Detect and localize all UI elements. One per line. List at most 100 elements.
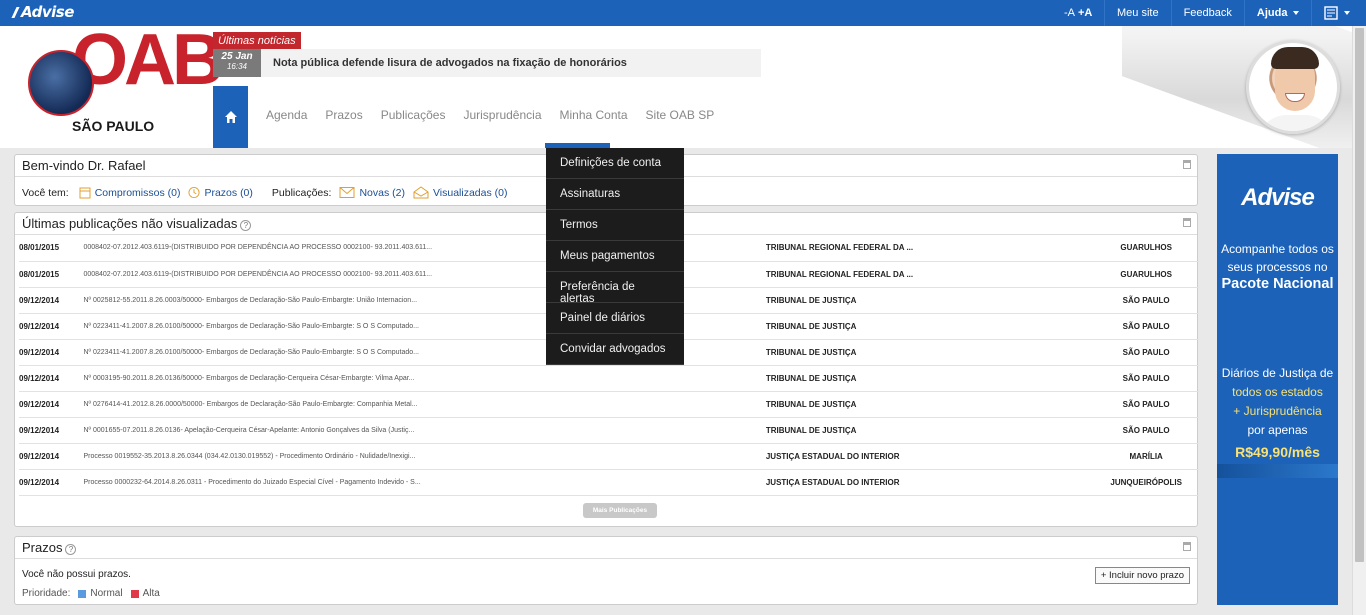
scrollbar[interactable]	[1352, 26, 1366, 615]
news-headline[interactable]: Nota pública defende lisura de advogados…	[261, 49, 761, 77]
publication-court: TRIBUNAL REGIONAL FEDERAL DA ...	[765, 235, 1094, 262]
news-date: 25 Jan 16:34	[213, 49, 261, 77]
chevron-down-icon	[1344, 11, 1351, 15]
news-date-time: 16:34	[226, 62, 248, 71]
publication-city: MARÍLIA	[1093, 443, 1199, 470]
clock-icon	[188, 186, 201, 199]
nav-site-oab-sp[interactable]: Site OAB SP	[637, 108, 724, 122]
publication-court: TRIBUNAL DE JUSTIÇA	[765, 365, 1094, 392]
publication-city: SÃO PAULO	[1093, 391, 1199, 418]
priority-label: Prioridade:	[22, 588, 71, 599]
visualizadas-link[interactable]: Visualizadas (0)	[433, 187, 508, 199]
ad-price: R$49,90/mês	[1235, 444, 1320, 460]
prazos-link[interactable]: Prazos (0)	[204, 187, 252, 199]
scrollbar-thumb[interactable]	[1355, 28, 1364, 562]
publication-date: 08/01/2015	[19, 235, 84, 262]
minimize-icon[interactable]	[1183, 218, 1191, 227]
publication-date: 09/12/2014	[19, 287, 84, 314]
publication-city: SÃO PAULO	[1093, 313, 1199, 340]
table-row[interactable]: 09/12/2014 Nº 0001655-07.2011.8.26.0136- …	[19, 417, 1199, 444]
publication-date: 09/12/2014	[19, 417, 84, 444]
publication-desc: Nº 0276414-41.2012.8.26.0000/50000- Emba…	[83, 391, 766, 418]
globe-icon	[28, 50, 94, 116]
dropdown-item[interactable]: Convidar advogados	[546, 334, 684, 365]
minha-conta-dropdown: Definições de conta Assinaturas Termos Meus…	[546, 148, 684, 365]
publication-court: TRIBUNAL DE JUSTIÇA	[765, 313, 1094, 340]
profile-menu[interactable]	[1311, 0, 1362, 26]
nav-prazos[interactable]: Prazos	[316, 108, 371, 122]
feedback-link[interactable]: Feedback	[1170, 0, 1244, 26]
ad-text-line: Acompanhe todos os seus processos no	[1221, 242, 1334, 274]
news-date-day: 25 Jan	[221, 51, 253, 62]
publication-court: TRIBUNAL DE JUSTIÇA	[765, 391, 1094, 418]
publication-city: JUNQUEIRÓPOLIS	[1093, 469, 1199, 496]
nav-jurisprudencia[interactable]: Jurisprudência	[454, 108, 550, 122]
avatar[interactable]	[1246, 40, 1340, 134]
publication-court: TRIBUNAL DE JUSTIÇA	[765, 339, 1094, 366]
add-prazo-button[interactable]: + Incluir novo prazo	[1094, 567, 1190, 584]
envelope-icon	[339, 187, 355, 198]
high-priority-label: Alta	[142, 588, 160, 599]
oab-logo[interactable]: OAB SÃO PAULO	[26, 24, 224, 136]
ad-text-line: por apenas	[1247, 423, 1308, 437]
open-envelope-icon	[413, 186, 429, 199]
table-row[interactable]: 09/12/2014 Nº 0276414-41.2012.8.26.0000/5…	[19, 391, 1199, 418]
publication-city: SÃO PAULO	[1093, 365, 1199, 392]
publication-court: JUSTIÇA ESTADUAL DO INTERIOR	[765, 469, 1094, 496]
oab-logo-city: SÃO PAULO	[72, 118, 155, 134]
publications-title: Últimas publicações não visualizadas	[22, 216, 238, 231]
nav-minha-conta[interactable]: Minha Conta	[551, 108, 637, 122]
help-icon[interactable]: ?	[240, 220, 252, 231]
normal-priority-swatch	[78, 589, 87, 598]
publication-desc: Nº 0001655-07.2011.8.26.0136- Apelação-C…	[83, 417, 766, 444]
table-row[interactable]: 09/12/2014 Processo 0000232-64.2014.8.26.…	[19, 469, 1199, 496]
prazos-empty-message: Você não possui prazos.	[22, 569, 131, 580]
home-button[interactable]	[213, 86, 248, 148]
publication-date: 09/12/2014	[19, 391, 84, 418]
publication-date: 09/12/2014	[19, 365, 84, 392]
advise-logo[interactable]: Advise	[11, 3, 74, 21]
publication-court: TRIBUNAL DE JUSTIÇA	[765, 287, 1094, 314]
publication-city: SÃO PAULO	[1093, 417, 1199, 444]
nav-publicacoes[interactable]: Publicações	[372, 108, 455, 122]
news-label: Últimas notícias	[213, 32, 301, 50]
main-nav: Agenda Prazos Publicações Jurisprudência…	[257, 108, 723, 122]
dropdown-item[interactable]: Assinaturas	[546, 179, 684, 210]
welcome-title: Bem-vindo Dr. Rafael	[22, 158, 146, 173]
minimize-icon[interactable]	[1183, 542, 1191, 551]
publication-desc: Processo 0000232-64.2014.8.26.0311 - Pro…	[83, 469, 766, 496]
publication-city: SÃO PAULO	[1093, 287, 1199, 314]
ad-logo: Advise	[1241, 184, 1315, 211]
publication-date: 08/01/2015	[19, 261, 84, 288]
font-increase-button[interactable]: +A	[1066, 0, 1104, 26]
table-row[interactable]: 09/12/2014 Nº 0003195-90.2011.8.26.0136/5…	[19, 365, 1199, 392]
minimize-icon[interactable]	[1183, 160, 1191, 169]
compromissos-link[interactable]: Compromissos (0)	[95, 187, 181, 199]
dropdown-item[interactable]: Termos	[546, 210, 684, 241]
more-publications-button[interactable]: Mais Publicações	[583, 503, 657, 518]
novas-link[interactable]: Novas (2)	[359, 187, 405, 199]
dropdown-item[interactable]: Painel de diários	[546, 303, 684, 334]
oab-logo-text: OAB	[72, 20, 224, 100]
publication-desc: Processo 0019552-35.2013.8.26.0344 (034.…	[83, 443, 766, 470]
dropdown-item[interactable]: Definições de conta	[546, 148, 684, 179]
advise-ad-banner[interactable]: Advise Acompanhe todos os seus processos…	[1217, 154, 1338, 605]
ad-text-line: + Jurisprudência	[1233, 404, 1322, 418]
dropdown-item[interactable]: Preferência de alertas	[546, 272, 684, 305]
publication-court: JUSTIÇA ESTADUAL DO INTERIOR	[765, 443, 1094, 470]
home-icon	[224, 111, 237, 123]
publication-city: GUARULHOS	[1093, 235, 1199, 262]
publication-court: TRIBUNAL DE JUSTIÇA	[765, 417, 1094, 444]
table-row[interactable]: 09/12/2014 Processo 0019552-35.2013.8.26.…	[19, 443, 1199, 470]
id-card-icon	[1324, 6, 1339, 20]
my-site-link[interactable]: Meu site	[1104, 0, 1171, 26]
publication-date: 09/12/2014	[19, 469, 84, 496]
publication-date: 09/12/2014	[19, 443, 84, 470]
dropdown-item[interactable]: Meus pagamentos	[546, 241, 684, 272]
help-menu[interactable]: Ajuda	[1243, 0, 1312, 26]
high-priority-swatch	[130, 589, 139, 598]
publicacoes-label: Publicações:	[271, 186, 332, 199]
ad-text-line: Diários de Justiça de	[1221, 366, 1334, 380]
help-icon[interactable]: ?	[65, 544, 77, 555]
nav-agenda[interactable]: Agenda	[257, 108, 316, 122]
